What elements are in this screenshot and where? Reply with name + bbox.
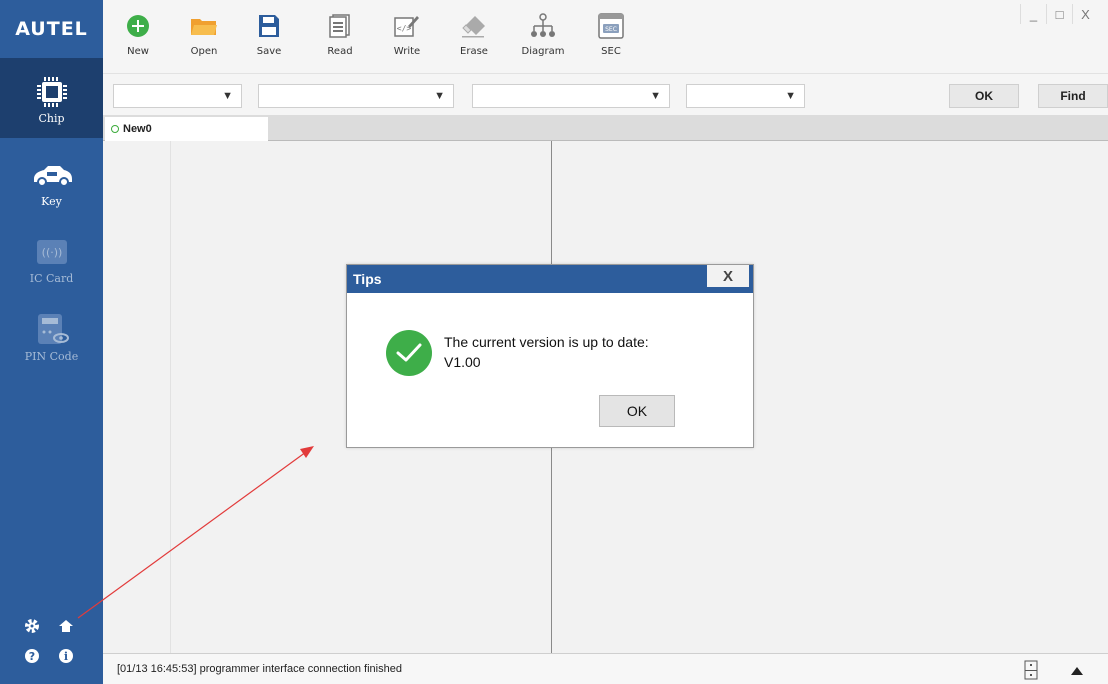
tips-dialog: Tips X The current version is up to date… [346,264,754,448]
dialog-ok-button[interactable]: OK [599,395,675,427]
chevron-down-icon: ▼ [650,90,661,102]
new-label: New [127,46,149,57]
save-label: Save [256,46,282,57]
info-icon[interactable]: i [58,648,74,669]
floppy-icon [255,12,283,40]
address-column-divider [170,141,171,653]
chevron-down-icon: ▼ [434,90,445,102]
ic-card-icon: ((·)) [35,232,69,272]
dialog-message: The current version is up to date: V1.00 [444,332,649,372]
minimize-button[interactable]: _ [1020,4,1046,24]
sec-icon: SEC [597,12,625,40]
chip-icon [35,72,69,112]
sec-label: SEC [601,46,621,57]
status-dot-icon [111,125,119,133]
sec-button[interactable]: SEC SEC [585,12,637,57]
eraser-icon [460,12,488,40]
sidebar: AUTEL Chip Key ((·)) IC Card PIN Code ? … [0,0,103,684]
tab-bar: New0 [103,115,1108,141]
sidebar-item-label: PIN Code [24,350,79,363]
status-controls [1024,660,1084,683]
svg-text:((·)): ((·)) [41,246,62,259]
write-button[interactable]: </> Write [381,12,433,57]
maximize-button[interactable]: □ [1046,4,1072,24]
save-button[interactable]: Save [243,12,295,57]
sidebar-bottom-row-2: ? i [0,648,103,669]
home-icon[interactable] [58,618,74,639]
autel-logo: AUTEL [15,18,88,40]
sidebar-item-label: IC Card [29,272,74,285]
diagram-icon [529,12,557,40]
selector-row: ▼ ▼ ▼ ▼ OK Find [103,73,1108,115]
sidebar-item-label: Chip [38,112,65,125]
tab-new0[interactable]: New0 [105,117,268,141]
settings-icon[interactable] [24,618,40,639]
split-icon[interactable] [1024,660,1038,683]
new-button[interactable]: New [112,12,164,57]
write-label: Write [393,46,421,57]
status-bar: [01/13 16:45:53] programmer interface co… [103,653,1108,684]
car-key-icon [30,155,74,195]
folder-icon [190,12,218,40]
diagram-button[interactable]: Diagram [517,12,569,57]
sidebar-item-key[interactable]: Key [0,155,103,217]
ok-button[interactable]: OK [949,84,1019,108]
write-icon: </> [393,12,421,40]
dialog-close-button[interactable]: X [707,265,749,287]
open-label: Open [190,46,218,57]
toolbar: New Open Save Read </> Write Erase Diagr… [103,0,1108,73]
select-1[interactable]: ▼ [113,84,242,108]
select-2[interactable]: ▼ [258,84,454,108]
expand-up-icon[interactable] [1070,665,1084,679]
select-3[interactable]: ▼ [472,84,670,108]
sidebar-bottom-row-1 [0,618,103,639]
read-button[interactable]: Read [314,12,366,57]
svg-text:?: ? [29,650,35,663]
check-icon [386,330,432,376]
read-label: Read [327,46,353,57]
dialog-title-bar: Tips X [347,265,753,293]
sidebar-item-chip[interactable]: Chip [0,58,103,138]
dialog-version: V1.00 [444,354,481,370]
diagram-label: Diagram [521,46,565,57]
sidebar-item-ic-card[interactable]: ((·)) IC Card [0,232,103,294]
svg-text:i: i [64,650,68,663]
open-button[interactable]: Open [178,12,230,57]
read-icon [326,12,354,40]
erase-button[interactable]: Erase [448,12,500,57]
svg-text:SEC: SEC [605,26,617,33]
chevron-down-icon: ▼ [785,90,796,102]
chevron-down-icon: ▼ [222,90,233,102]
dialog-title: Tips [353,271,382,287]
sidebar-item-pin-code[interactable]: PIN Code [0,310,103,374]
window-controls: _ □ X [1020,4,1098,24]
dialog-message-line1: The current version is up to date: [444,334,649,350]
help-icon[interactable]: ? [24,648,40,669]
select-4[interactable]: ▼ [686,84,805,108]
plus-circle-icon [124,12,152,40]
pin-code-icon [34,310,70,350]
erase-label: Erase [460,46,488,57]
close-window-button[interactable]: X [1072,4,1098,24]
tab-label: New0 [123,123,152,135]
find-button[interactable]: Find [1038,84,1108,108]
status-message: [01/13 16:45:53] programmer interface co… [117,663,402,675]
sidebar-item-label: Key [41,195,62,208]
